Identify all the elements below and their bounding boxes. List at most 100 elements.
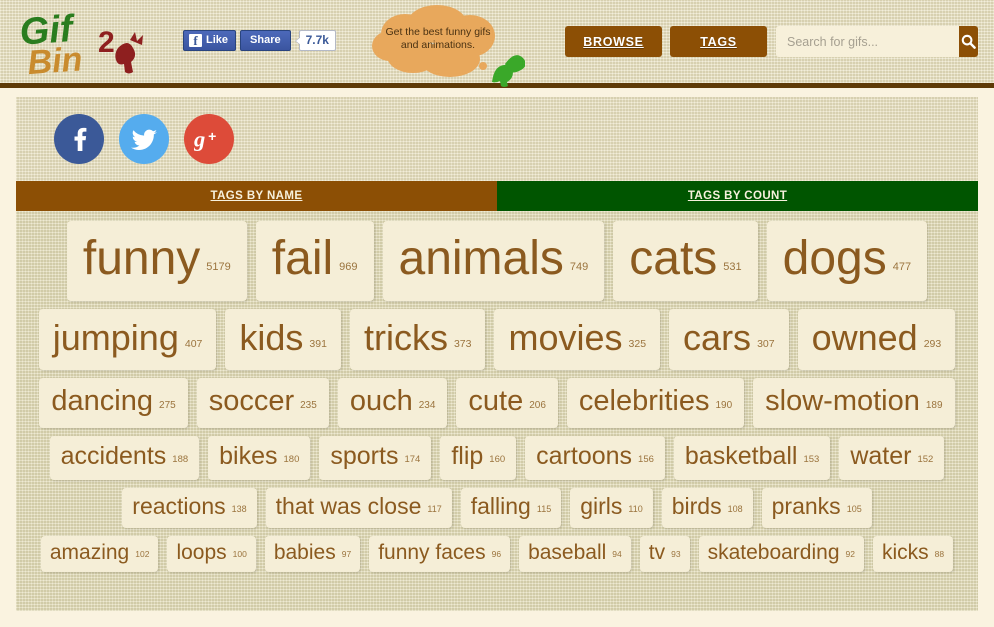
search-button[interactable] xyxy=(959,26,978,57)
tag-link[interactable]: dogs 477 xyxy=(766,221,928,301)
tag-link[interactable]: tricks 373 xyxy=(349,309,486,370)
share-googleplus-button[interactable]: g + xyxy=(184,114,234,164)
tag-label: movies xyxy=(508,317,623,358)
nav-tags-button[interactable]: TAGS xyxy=(670,26,767,57)
nav-browse-button[interactable]: BROWSE xyxy=(565,26,662,57)
tag-count: 97 xyxy=(341,549,352,559)
tag-label: basketball xyxy=(684,442,798,470)
search-input[interactable] xyxy=(776,26,959,57)
tag-link[interactable]: cute 206 xyxy=(456,378,558,428)
tag-link[interactable]: falling 115 xyxy=(460,488,562,528)
site-header: Gif Bin 2 f Like Share 7.7k Get the best… xyxy=(0,0,994,88)
tag-count: 293 xyxy=(923,338,942,350)
tag-count: 108 xyxy=(727,504,743,514)
tag-link[interactable]: bikes 180 xyxy=(208,436,311,480)
tag-label: flip xyxy=(451,442,484,470)
tagline-text: Get the best funny gifs and animations. xyxy=(385,26,491,51)
tag-row: amazing 102 loops 100 babies 97 funny faces 96 b… xyxy=(16,536,978,572)
tag-link[interactable]: girls 110 xyxy=(570,488,653,528)
tag-count: 235 xyxy=(300,400,317,411)
tag-label: animals xyxy=(398,232,564,285)
tag-link[interactable]: animals 749 xyxy=(382,221,605,301)
tag-link[interactable]: slow-motion 189 xyxy=(753,378,955,428)
facebook-share-button[interactable]: Share xyxy=(240,30,291,51)
site-logo[interactable]: Gif Bin 2 xyxy=(18,6,148,82)
main-content: g + TAGS BY NAME TAGS BY COUNT funny 5179… xyxy=(16,97,978,611)
share-facebook-button[interactable] xyxy=(54,114,104,164)
tag-link[interactable]: birds 108 xyxy=(661,488,753,528)
tag-row: dancing 275 soccer 235 ouch 234 cute 206 celebri… xyxy=(16,378,978,428)
tag-count: 117 xyxy=(427,504,442,514)
tag-count: 152 xyxy=(917,454,934,465)
tab-tags-by-count[interactable]: TAGS BY COUNT xyxy=(497,181,978,211)
tag-label: soccer xyxy=(208,385,295,417)
facebook-like-widget[interactable]: f Like Share 7.7k xyxy=(183,30,336,51)
tag-link[interactable]: celebrities 190 xyxy=(566,378,745,428)
tag-label: falling xyxy=(470,493,531,519)
tag-link[interactable]: skateboarding 92 xyxy=(698,536,864,572)
tag-label: amazing xyxy=(49,541,130,564)
tag-count: 188 xyxy=(172,454,189,465)
tag-count: 391 xyxy=(309,338,327,350)
gifbin-logo-icon: Gif Bin 2 xyxy=(18,8,143,82)
tag-link[interactable]: water 152 xyxy=(839,436,945,480)
tag-link[interactable]: baseball 94 xyxy=(519,536,631,572)
tag-link[interactable]: dancing 275 xyxy=(39,378,188,428)
tag-link[interactable]: kicks 88 xyxy=(872,536,954,572)
tag-link[interactable]: funny faces 96 xyxy=(369,536,511,572)
tag-link[interactable]: that was close 117 xyxy=(265,488,452,528)
tag-link[interactable]: cartoons 156 xyxy=(525,436,665,480)
share-twitter-button[interactable] xyxy=(119,114,169,164)
tag-link[interactable]: movies 325 xyxy=(494,309,661,370)
tag-link[interactable]: babies 97 xyxy=(264,536,361,572)
tag-link[interactable]: amazing 102 xyxy=(40,536,159,572)
tag-link[interactable]: tv 93 xyxy=(639,536,690,572)
tag-count: 88 xyxy=(934,549,945,559)
tag-count: 110 xyxy=(628,504,643,514)
tag-link[interactable]: cars 307 xyxy=(669,309,789,370)
tag-count: 407 xyxy=(184,338,203,350)
tag-link[interactable]: loops 100 xyxy=(167,536,256,572)
tag-label: dancing xyxy=(51,385,154,417)
tag-count: 325 xyxy=(628,338,647,350)
tag-link[interactable]: accidents 188 xyxy=(49,436,200,480)
tag-link[interactable]: flip 160 xyxy=(440,436,517,480)
tag-link[interactable]: soccer 235 xyxy=(196,378,329,428)
tag-link[interactable]: pranks 105 xyxy=(761,488,872,528)
search-bar[interactable] xyxy=(776,26,978,57)
tag-link[interactable]: cats 531 xyxy=(613,221,758,301)
tag-link[interactable]: reactions 138 xyxy=(122,488,257,528)
tab-tags-by-name[interactable]: TAGS BY NAME xyxy=(16,181,497,211)
tag-link[interactable]: basketball 153 xyxy=(673,436,831,480)
tag-label: tricks xyxy=(363,317,448,358)
twitter-icon xyxy=(130,129,157,150)
googleplus-icon: g + xyxy=(194,127,216,152)
tag-count: 96 xyxy=(491,549,502,559)
tag-count: 153 xyxy=(803,454,820,465)
tag-link[interactable]: fail 969 xyxy=(255,221,374,301)
tag-label: sports xyxy=(330,442,399,470)
facebook-like-button[interactable]: f Like xyxy=(183,30,237,51)
tag-count: 206 xyxy=(529,400,546,411)
tag-link[interactable]: ouch 234 xyxy=(337,378,448,428)
nav-tags-label: TAGS xyxy=(700,34,737,49)
tag-label: funny faces xyxy=(378,541,486,564)
tag-link[interactable]: funny 5179 xyxy=(66,221,247,301)
facebook-share-label: Share xyxy=(250,34,281,46)
tag-link[interactable]: jumping 407 xyxy=(38,309,217,370)
nav-browse-label: BROWSE xyxy=(583,34,644,49)
tag-label: cars xyxy=(683,317,752,358)
tagline-bubble: Get the best funny gifs and animations. xyxy=(365,4,526,88)
tag-link[interactable]: owned 293 xyxy=(797,309,956,370)
tag-count: 477 xyxy=(892,261,912,273)
tag-row: funny 5179 fail 969 animals 749 cats 531 dogs 477 xyxy=(16,221,978,301)
tag-link[interactable]: kids 391 xyxy=(225,309,341,370)
tag-count: 307 xyxy=(757,338,775,350)
tag-count: 180 xyxy=(283,454,300,465)
tag-count: 94 xyxy=(612,549,622,559)
facebook-icon xyxy=(74,127,87,151)
squirrel-icon xyxy=(492,55,526,87)
tag-count: 275 xyxy=(159,400,176,411)
tag-link[interactable]: sports 174 xyxy=(319,436,432,480)
tag-label: fail xyxy=(271,232,334,285)
